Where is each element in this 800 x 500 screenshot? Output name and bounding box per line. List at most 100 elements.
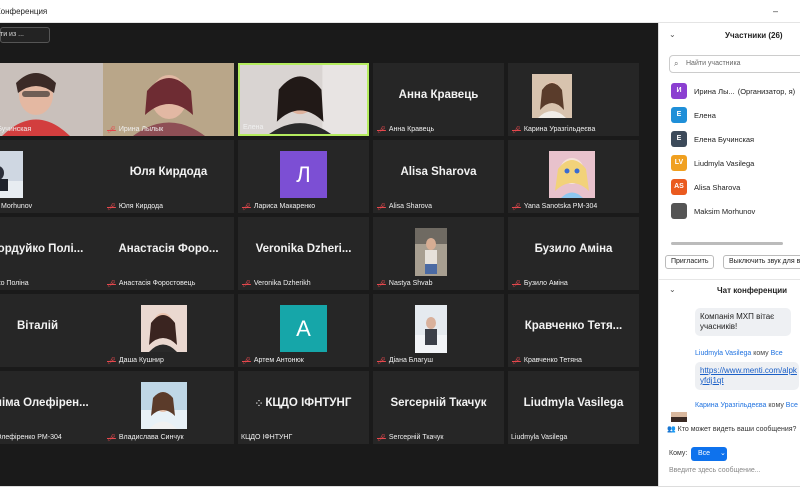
- divider: [659, 279, 800, 280]
- window-title: Конференция: [0, 7, 48, 16]
- participant-tile[interactable]: Maksim Morhunov: [0, 140, 103, 213]
- tile-footer: 🎤︎ Sercерній Ткачук: [373, 432, 443, 443]
- chat-input[interactable]: Введите здесь сообщение...: [669, 467, 761, 474]
- muted-mic-icon: 🎤︎: [512, 126, 521, 134]
- chat-link[interactable]: https://www.menti.com/alpkyfdj1qt: [700, 366, 797, 385]
- tile-name-label: Veronika Dzherikh: [253, 280, 311, 287]
- view-button[interactable]: ти из ...: [0, 27, 50, 43]
- visibility-note[interactable]: 👥 Кто может видеть ваши сообщения?: [667, 425, 796, 433]
- participant-row[interactable]: E Елена: [671, 103, 800, 127]
- participant-tile[interactable]: 🎤︎ Ирина Лылык: [103, 63, 234, 136]
- chat-avatar: LV: [674, 368, 684, 375]
- chat-to-word: кому: [753, 350, 769, 357]
- tile-name-label: Бузило Аміна: [523, 280, 568, 287]
- recipient-select-value: Все: [698, 450, 711, 457]
- muted-mic-icon: 🎤︎: [512, 203, 521, 211]
- participant-tile[interactable]: Елена Бучинская: [0, 63, 103, 136]
- participant-row[interactable]: AS Alisa Sharova: [671, 175, 800, 199]
- profile-photo: [141, 305, 187, 352]
- participant-tile[interactable]: Елена: [238, 63, 369, 136]
- tile-name-label: Yana Sanotska PM-304: [523, 203, 598, 210]
- chat-sender[interactable]: Liudmyla Vasilega: [695, 350, 751, 357]
- participant-tile[interactable]: Кравченко Тетя... 🎤︎ Кравченко Тетяна: [508, 294, 639, 367]
- participant-tile[interactable]: Veronika Dzheri... 🎤︎ Veronika Dzherikh: [238, 217, 369, 290]
- participant-row[interactable]: Maksim Morhunov: [671, 199, 800, 223]
- participant-tile[interactable]: 🎤︎ Владислава Синчук: [103, 371, 234, 444]
- minimize-button[interactable]: –: [773, 6, 778, 16]
- participant-tile[interactable]: 🎤︎ Nastya Shvab: [373, 217, 504, 290]
- participant-row[interactable]: E Елена Бучинская: [671, 127, 800, 151]
- lock-icon: 👥: [667, 426, 676, 433]
- chevron-down-icon[interactable]: ⌄: [669, 30, 676, 39]
- muted-mic-icon: 🎤︎: [107, 203, 116, 211]
- tile-footer: 🎤︎ Даша Кушнир: [103, 355, 164, 366]
- muted-mic-icon: 🎤︎: [377, 357, 386, 365]
- chat-message: https://www.menti.com/alpkyfdj1qt: [695, 362, 799, 390]
- tile-footer: Аліма Олефіренко PM-304: [0, 432, 62, 443]
- muted-mic-icon: 🎤︎: [377, 434, 386, 442]
- chat-message-meta: Карина Уразгільдеєва кому Все: [695, 402, 798, 409]
- chat-to-word: кому: [768, 402, 784, 409]
- mute-all-button[interactable]: Выключить звук для всех: [723, 255, 800, 269]
- tile-footer: 🎤︎ Артем Антонюк: [238, 355, 304, 366]
- participant-tile[interactable]: 🎤︎ Yana Sanotska PM-304: [508, 140, 639, 213]
- tile-footer: 🎤︎ Карина Уразгільдеєва: [508, 124, 595, 135]
- chat-sender[interactable]: Карина Уразгільдеєва: [695, 402, 766, 409]
- tile-name-label: Аліма Олефіренко PM-304: [0, 434, 62, 441]
- participant-tile[interactable]: Liudmyla Vasilega Liudmyla Vasilega: [508, 371, 639, 444]
- tile-name-label: Діана Благуш: [388, 357, 433, 364]
- tile-name-label: Юля Кирдода: [118, 203, 163, 210]
- chat-recipient[interactable]: Все: [786, 402, 798, 409]
- scrollbar[interactable]: [671, 242, 783, 245]
- participant-tile[interactable]: ⁘ КЦДО ІФНТУНГ КЦДО ІФНТУНГ: [238, 371, 369, 444]
- participants-header: ⌄ Участники (26): [659, 23, 800, 49]
- avatar: И: [671, 83, 687, 99]
- profile-photo: [549, 151, 595, 198]
- participant-tile[interactable]: Юля Кирдода 🎤︎ Юля Кирдода: [103, 140, 234, 213]
- chat-avatar-photo: [671, 412, 687, 422]
- tile-display-name: Віталій: [16, 320, 59, 332]
- tile-footer: 🎤︎ Анна Кравець: [373, 124, 434, 135]
- tile-display-name: Liudmyla Vasilega: [523, 397, 624, 409]
- muted-mic-icon: 🎤︎: [107, 434, 116, 442]
- tile-display-name: Бузило Аміна: [534, 243, 613, 255]
- tile-footer: КЦДО ІФНТУНГ: [238, 432, 292, 443]
- tile-footer: 🎤︎ Лариса Макаренко: [238, 201, 315, 212]
- tile-footer: 🎤︎ Бузило Аміна: [508, 278, 568, 289]
- participant-tile[interactable]: ВіталійВіталій: [0, 294, 103, 367]
- muted-mic-icon: 🎤︎: [377, 280, 386, 288]
- chat-recipient[interactable]: Все: [771, 350, 783, 357]
- participant-name: Елена: [694, 110, 716, 120]
- participant-tile[interactable]: Анастасія Форо... 🎤︎ Анастасія Форостовець: [103, 217, 234, 290]
- participant-tile[interactable]: A 🎤︎ Артем Антонюк: [238, 294, 369, 367]
- participant-tile[interactable]: Sercерній Ткачук 🎤︎ Sercерній Ткачук: [373, 371, 504, 444]
- avatar: AS: [671, 179, 687, 195]
- profile-photo: [415, 305, 449, 353]
- participant-tile[interactable]: Бузило Аміна 🎤︎ Бузило Аміна: [508, 217, 639, 290]
- participant-tile[interactable]: Л 🎤︎ Лариса Макаренко: [238, 140, 369, 213]
- chevron-down-icon[interactable]: ⌄: [669, 285, 676, 294]
- participant-tile[interactable]: Alisa Sharova 🎤︎ Alisa Sharova: [373, 140, 504, 213]
- tile-name-label: Елена Бучинская: [0, 126, 32, 133]
- participant-search-input[interactable]: ⌕ Найти участника: [669, 55, 800, 73]
- participant-row[interactable]: LV Liudmyla Vasilega: [671, 151, 800, 175]
- profile-photo: [0, 151, 23, 198]
- recipient-select[interactable]: Все ⌄: [691, 447, 727, 461]
- muted-mic-icon: 🎤︎: [512, 357, 521, 365]
- tile-display-name: Аліма Олефірен...: [0, 397, 89, 409]
- chevron-down-icon: ⌄: [720, 450, 726, 457]
- participant-row[interactable]: И Ирина Лы... (Организатор, я): [671, 79, 800, 103]
- tile-name-label: Liudmyla Vasilega: [511, 434, 568, 441]
- participant-tile[interactable]: 🎤︎ Даша Кушнир: [103, 294, 234, 367]
- tile-name-label: Кравченко Тетяна: [523, 357, 582, 364]
- invite-button[interactable]: Пригласить: [665, 255, 715, 269]
- participant-tile[interactable]: 🎤︎ Карина Уразгільдеєва: [508, 63, 639, 136]
- muted-mic-icon: 🎤︎: [107, 280, 116, 288]
- muted-mic-icon: 🎤︎: [242, 203, 251, 211]
- participant-tile[interactable]: 🎤︎ Діана Благуш: [373, 294, 504, 367]
- profile-photo: [532, 74, 579, 120]
- participant-tile[interactable]: Аліма Олефірен... Аліма Олефіренко PM-304: [0, 371, 103, 444]
- participant-tile[interactable]: Анна Кравець 🎤︎ Анна Кравець: [373, 63, 504, 136]
- participant-tile[interactable]: Гордуйко Полі... Гордуйко Поліна: [0, 217, 103, 290]
- muted-mic-icon: 🎤︎: [512, 280, 521, 288]
